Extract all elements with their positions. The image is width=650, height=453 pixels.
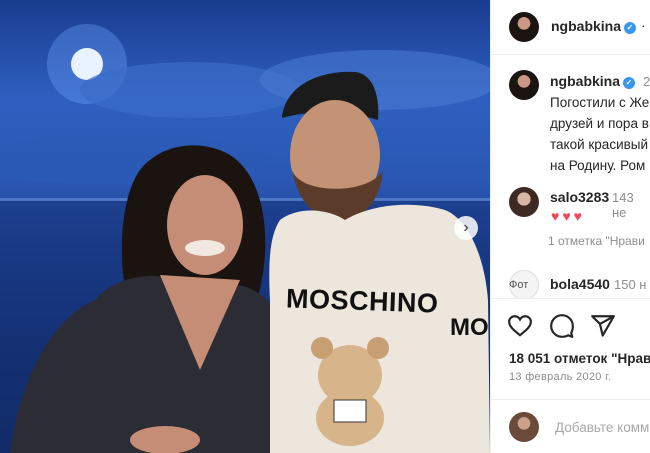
shirt-text-side: MO (450, 314, 489, 341)
caption-line: Погостили с Же (550, 95, 650, 110)
comment-avatar[interactable] (509, 187, 539, 217)
caption-username[interactable]: ngbabkina ✓ (550, 73, 636, 89)
comment-time: 150 н (614, 277, 647, 292)
verified-icon: ✓ (624, 22, 637, 34)
caption-time: 2 (643, 74, 650, 89)
caption-text: Погостили с Же друзей и пора в такой кра… (550, 92, 650, 176)
post-side-panel: ngbabkina ✓ · ngbabkina ✓ 2 Погостили с Же… (490, 0, 650, 453)
caption-line: на Родину. Ром (550, 158, 646, 173)
author-username-text[interactable]: ngbabkina (551, 18, 621, 34)
author-username[interactable]: ngbabkina ✓ (551, 18, 637, 34)
photo-scene (0, 24, 490, 453)
comment-time: 143 не (612, 190, 634, 220)
comment-hearts: ♥♥♥ (551, 208, 585, 224)
caption-line: друзей и пора в (550, 116, 649, 131)
share-icon[interactable] (590, 313, 616, 339)
author-avatar[interactable] (509, 12, 539, 42)
comment-icon[interactable] (549, 313, 575, 339)
comment-avatar-badge: Фот (509, 279, 529, 291)
caption-avatar[interactable] (509, 70, 539, 100)
caption-line: такой красивый (550, 137, 649, 152)
comment-input[interactable]: Добавьте комм (555, 420, 649, 435)
heart-icon[interactable] (507, 313, 533, 339)
likes-count[interactable]: 18 051 отметок "Нрав (509, 351, 650, 366)
viewer-avatar (509, 412, 539, 442)
comment-username[interactable]: salo3283 (550, 189, 609, 205)
shirt-text: MOSCHINO (285, 283, 439, 319)
verified-icon: ✓ (623, 77, 636, 89)
post-photo[interactable]: MOSCHINO MO › (0, 0, 490, 453)
caption-username-text[interactable]: ngbabkina (550, 73, 620, 89)
post-header: ngbabkina ✓ · (491, 0, 650, 55)
comment-username[interactable]: bola4540 (550, 276, 610, 292)
comment-box: Добавьте комм (491, 399, 650, 453)
comment-likes[interactable]: 1 отметка "Нрави (548, 234, 645, 248)
post-date: 13 февраль 2020 г. (509, 371, 612, 383)
header-dot: · (641, 17, 646, 33)
next-photo-icon[interactable]: › (454, 216, 478, 240)
